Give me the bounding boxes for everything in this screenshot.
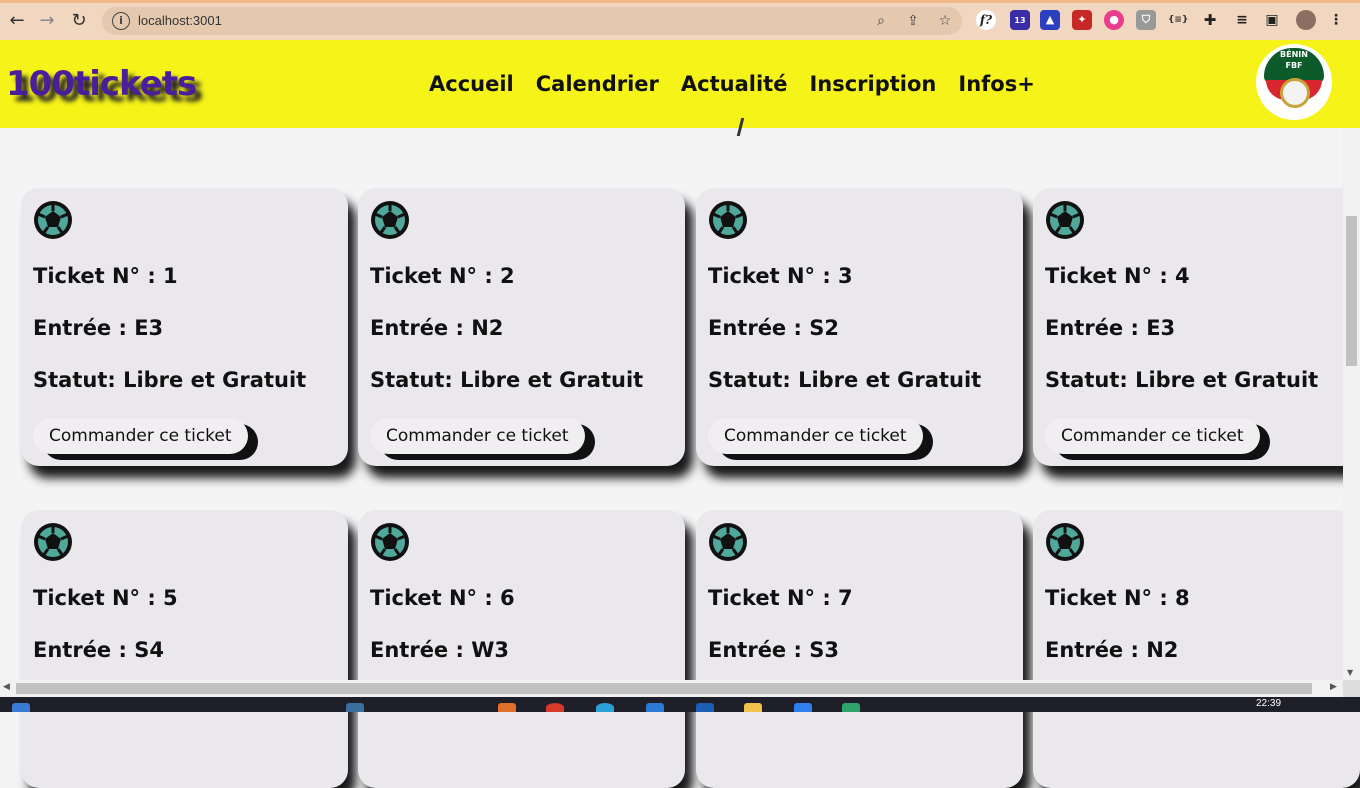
soccer-ball-icon [33, 522, 73, 562]
star-icon[interactable]: ☆ [936, 12, 954, 30]
reload-icon[interactable]: ↻ [68, 10, 90, 32]
forward-icon[interactable]: → [36, 10, 58, 32]
vertical-scrollbar[interactable]: ▼ [1343, 128, 1360, 680]
soccer-ball-icon [1045, 200, 1085, 240]
ext-f-icon[interactable]: f? [976, 10, 996, 30]
ticket-entry: Entrée : S3 [708, 638, 839, 662]
profile-avatar[interactable] [1296, 10, 1316, 30]
ticket-number: Ticket N° : 8 [1045, 586, 1190, 610]
ext-code-icon[interactable]: {≡} [1168, 10, 1188, 30]
ticket-card: Ticket N° : 3 Entrée : S2 Statut: Libre et… [696, 188, 1023, 466]
horizontal-scrollbar[interactable]: ◀ ▶ [0, 680, 1343, 697]
ticket-entry: Entrée : E3 [33, 316, 164, 340]
windows-start-icon[interactable] [12, 703, 30, 712]
taskbar-app-icon[interactable] [498, 703, 516, 712]
soccer-ball-icon [33, 200, 73, 240]
nav-infos[interactable]: Infos+ [958, 72, 1034, 96]
scroll-left-icon[interactable]: ◀ [3, 682, 10, 692]
ticket-number: Ticket N° : 5 [33, 586, 178, 610]
extensions-icon[interactable]: ✚ [1200, 10, 1220, 30]
ticket-status: Statut: Libre et Gratuit [370, 368, 644, 392]
ticket-entry: Entrée : S2 [708, 316, 839, 340]
nav-inscription[interactable]: Inscription [809, 72, 936, 96]
ticket-number: Ticket N° : 4 [1045, 264, 1190, 288]
share-icon[interactable]: ⇪ [904, 12, 922, 30]
ticket-status: Statut: Libre et Gratuit [33, 368, 307, 392]
badge-text-benin: BÉNIN [1280, 50, 1308, 59]
address-bar[interactable]: i localhost:3001 ⌕ ⇪ ☆ [102, 7, 962, 35]
nav-calendrier[interactable]: Calendrier [536, 72, 659, 96]
ticket-entry: Entrée : W3 [370, 638, 509, 662]
ticket-card: Ticket N° : 1 Entrée : E3 Statut: Libre et… [21, 188, 348, 466]
soccer-ball-icon [1280, 78, 1310, 108]
clock: 22:39 [1256, 698, 1282, 709]
soccer-ball-icon [1045, 522, 1085, 562]
ticket-number: Ticket N° : 7 [708, 586, 853, 610]
vertical-scroll-thumb[interactable] [1346, 216, 1357, 366]
ticket-number: Ticket N° : 6 [370, 586, 515, 610]
ext-badge: 13 [1014, 16, 1026, 25]
ticket-card: Ticket N° : 7 Entrée : S3 [696, 510, 1023, 788]
federation-badge: BÉNIN FBF [1256, 44, 1332, 120]
taskbar-app-icon[interactable] [842, 703, 860, 712]
browser-toolbar: ← → ↻ i localhost:3001 ⌕ ⇪ ☆ f? 13 ▲ ✦ ●… [0, 0, 1360, 40]
file-explorer-icon[interactable] [744, 703, 762, 712]
scrollbar-corner [1343, 680, 1360, 697]
ticket-entry: Entrée : E3 [1045, 316, 1176, 340]
ticket-card: Ticket N° : 8 Entrée : N2 [1033, 510, 1360, 788]
ticket-entry: Entrée : N2 [370, 316, 504, 340]
soccer-ball-icon [708, 200, 748, 240]
site-logo[interactable]: 100tickets [6, 64, 197, 104]
ticket-entry: Entrée : S4 [33, 638, 164, 662]
back-icon[interactable]: ← [6, 10, 28, 32]
taskbar-app-icon[interactable] [346, 703, 364, 712]
scroll-down-icon[interactable]: ▼ [1347, 668, 1353, 677]
ticket-card: Ticket N° : 5 Entrée : S4 [21, 510, 348, 788]
taskbar-app-icon[interactable] [646, 703, 664, 712]
soccer-ball-icon [370, 522, 410, 562]
ticket-status: Statut: Libre et Gratuit [1045, 368, 1319, 392]
horizontal-scroll-thumb[interactable] [16, 683, 1312, 694]
media-icon[interactable]: ≡ [1232, 10, 1252, 30]
ticket-number: Ticket N° : 1 [33, 264, 178, 288]
ticket-status: Statut: Libre et Gratuit [708, 368, 982, 392]
ticket-number: Ticket N° : 3 [708, 264, 853, 288]
ext-house-icon[interactable]: 13 [1010, 10, 1030, 30]
ticket-card: Ticket N° : 2 Entrée : N2 Statut: Libre et… [358, 188, 685, 466]
zoom-icon[interactable]: ⌕ [872, 12, 890, 30]
os-taskbar: 22:39 [0, 697, 1360, 712]
order-ticket-button[interactable]: Commander ce ticket [708, 418, 923, 454]
order-ticket-button[interactable]: Commander ce ticket [33, 418, 248, 454]
info-icon[interactable]: i [112, 12, 130, 30]
taskbar-app-icon[interactable] [696, 703, 714, 712]
order-ticket-button[interactable]: Commander ce ticket [1045, 418, 1260, 454]
nav-actualite[interactable]: Actualité [681, 72, 788, 96]
soccer-ball-icon [370, 200, 410, 240]
soccer-ball-icon [708, 522, 748, 562]
site-header: 100tickets Accueil Calendrier Actualité … [0, 40, 1360, 128]
ext-color-icon[interactable]: ● [1104, 10, 1124, 30]
badge-text-fbf: FBF [1285, 61, 1303, 70]
sidepanel-icon[interactable]: ▣ [1262, 10, 1282, 30]
ticket-entry: Entrée : N2 [1045, 638, 1179, 662]
nav-accueil[interactable]: Accueil [429, 72, 514, 96]
main-nav: Accueil Calendrier Actualité Inscription… [429, 72, 1035, 96]
order-ticket-button[interactable]: Commander ce ticket [370, 418, 585, 454]
taskbar-app-icon[interactable] [596, 703, 614, 712]
ext-triangle-icon[interactable]: ▲ [1040, 10, 1060, 30]
ticket-card: Ticket N° : 4 Entrée : E3 Statut: Libre et… [1033, 188, 1360, 466]
url-text[interactable]: localhost:3001 [138, 13, 222, 28]
ticket-number: Ticket N° : 2 [370, 264, 515, 288]
menu-icon[interactable]: ⋮ [1326, 10, 1346, 30]
chrome-taskbar-icon[interactable] [546, 703, 564, 712]
ticket-card: Ticket N° : 6 Entrée : W3 [358, 510, 685, 788]
vscode-icon[interactable] [794, 703, 812, 712]
ext-red-icon[interactable]: ✦ [1072, 10, 1092, 30]
ext-shield-icon[interactable]: ⛉ [1136, 10, 1156, 30]
scroll-right-icon[interactable]: ▶ [1330, 682, 1337, 692]
tab-strip-edge [0, 0, 1360, 3]
